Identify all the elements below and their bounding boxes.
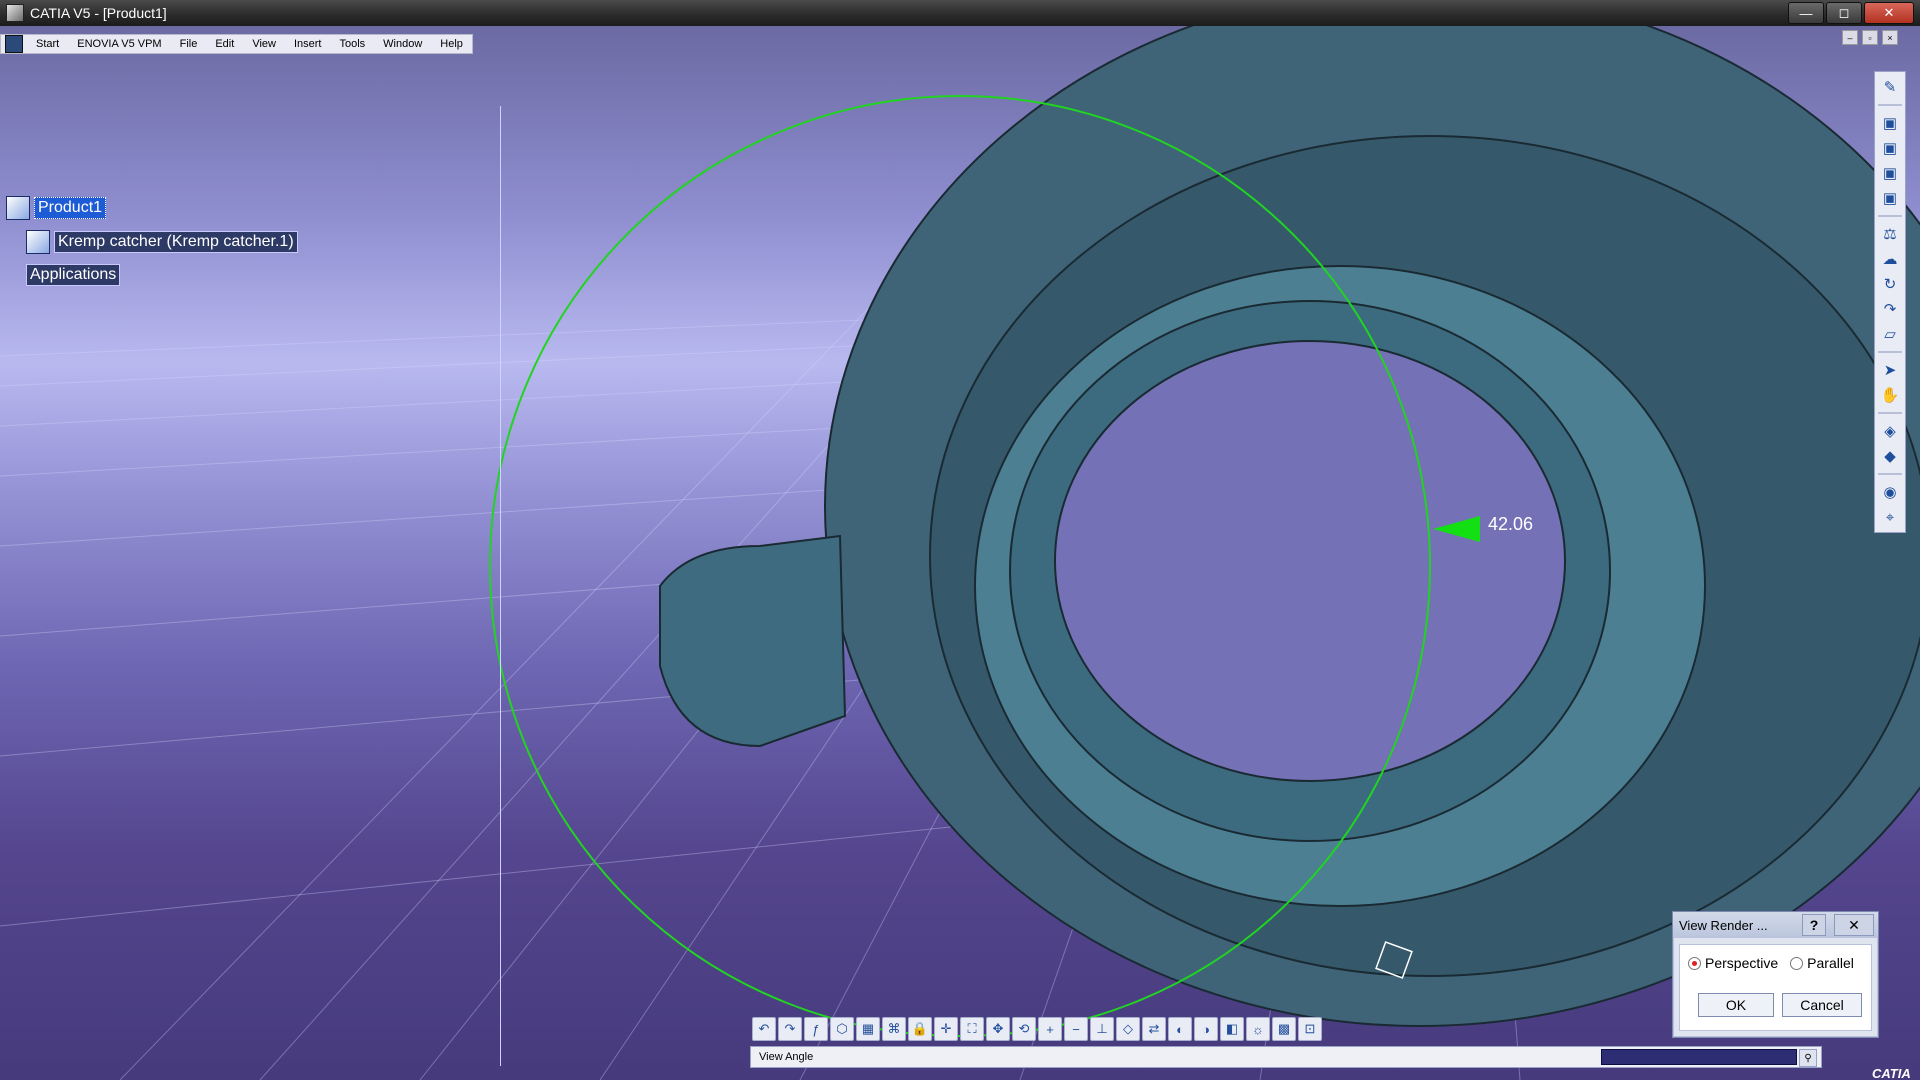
perspective-label[interactable]: Perspective xyxy=(1705,955,1778,971)
toolbar-separator xyxy=(1878,473,1902,475)
status-text: View Angle xyxy=(759,1051,814,1063)
window-controls: — ◻ ✕ xyxy=(1788,2,1914,24)
rotate-view-icon[interactable]: ⟲ xyxy=(1012,1017,1036,1041)
tree-child-row[interactable]: Kremp catcher (Kremp catcher.1) xyxy=(26,230,298,254)
menu-bar: Start ENOVIA V5 VPM File Edit View Inser… xyxy=(0,34,473,54)
tree-root-row[interactable]: Product1 xyxy=(6,196,107,220)
zoom-in-icon[interactable]: + xyxy=(1038,1017,1062,1041)
cancel-button[interactable]: Cancel xyxy=(1782,993,1862,1017)
projection-options: Perspective Parallel xyxy=(1688,955,1854,971)
tree-child-label[interactable]: Kremp catcher (Kremp catcher.1) xyxy=(54,231,298,253)
undo-icon[interactable]: ↶ xyxy=(752,1017,776,1041)
part-icon xyxy=(26,230,50,254)
view-3-icon[interactable]: ▣ xyxy=(1879,162,1901,184)
window-titlebar: CATIA V5 - [Product1] — ◻ ✕ xyxy=(0,0,1920,26)
show-icon[interactable]: ◑ xyxy=(1194,1017,1218,1041)
analysis-icon[interactable]: ◈ xyxy=(1879,420,1901,442)
3d-viewport[interactable]: Start ENOVIA V5 VPM File Edit View Inser… xyxy=(0,26,1920,1080)
hierarchy-icon[interactable]: ⌘ xyxy=(882,1017,906,1041)
dialog-title: View Render ... xyxy=(1679,917,1768,933)
swap-view-icon[interactable]: ⇄ xyxy=(1142,1017,1166,1041)
ok-button[interactable]: OK xyxy=(1698,993,1774,1017)
catia-menu-icon[interactable] xyxy=(5,35,23,53)
maximize-button[interactable]: ◻ xyxy=(1826,2,1862,24)
cloud-icon[interactable]: ☁ xyxy=(1879,248,1901,270)
document-window-controls: – ▫ × xyxy=(1842,30,1898,45)
compass-icon[interactable]: ✛ xyxy=(934,1017,958,1041)
render-mode-icon[interactable]: ◧ xyxy=(1220,1017,1244,1041)
hide-icon[interactable]: ◐ xyxy=(1168,1017,1192,1041)
pointer-icon[interactable]: ✋ xyxy=(1879,384,1901,406)
command-input[interactable] xyxy=(1601,1049,1797,1065)
eye-icon[interactable]: ◉ xyxy=(1879,481,1901,503)
product-icon xyxy=(6,196,30,220)
window-title: CATIA V5 - [Product1] xyxy=(30,5,167,21)
close-button[interactable]: ✕ xyxy=(1864,2,1914,24)
zoom-out-icon[interactable]: − xyxy=(1064,1017,1088,1041)
menu-start[interactable]: Start xyxy=(27,35,68,53)
command-search-button[interactable]: ⚲ xyxy=(1799,1049,1817,1067)
material-palette-icon[interactable]: ▩ xyxy=(1272,1017,1296,1041)
toolbar-separator xyxy=(1878,351,1902,353)
minimize-button[interactable]: — xyxy=(1788,2,1824,24)
catia-logo: CATIA xyxy=(1872,1066,1911,1080)
bottom-toolbar: ↶ ↷ ƒ ⬡ ▦ ⌘ 🔒 ✛ ⛶ ✥ ⟲ + − ⊥ ◇ ⇄ ◐ ◑ ◧ ☼ … xyxy=(752,1016,1322,1042)
lock-icon[interactable]: 🔒 xyxy=(908,1017,932,1041)
menu-help[interactable]: Help xyxy=(431,35,472,53)
toolbar-separator xyxy=(1878,215,1902,217)
arrow-icon[interactable]: ↷ xyxy=(1879,298,1901,320)
doc-close-button[interactable]: × xyxy=(1882,30,1898,45)
redo-icon[interactable]: ↷ xyxy=(778,1017,802,1041)
view-4-icon[interactable]: ▣ xyxy=(1879,187,1901,209)
select-icon[interactable]: ➤ xyxy=(1879,359,1901,381)
view-1-icon[interactable]: ▣ xyxy=(1879,112,1901,134)
view-2-icon[interactable]: ▣ xyxy=(1879,137,1901,159)
cube-icon[interactable]: ⬡ xyxy=(830,1017,854,1041)
table-icon[interactable]: ▦ xyxy=(856,1017,880,1041)
camera-icon[interactable]: ⊡ xyxy=(1298,1017,1322,1041)
iso-view-icon[interactable]: ◇ xyxy=(1116,1017,1140,1041)
perspective-radio[interactable] xyxy=(1688,956,1701,970)
rotate-icon[interactable]: ↻ xyxy=(1879,273,1901,295)
status-bar: View Angle ⚲ xyxy=(750,1046,1822,1068)
menu-insert[interactable]: Insert xyxy=(285,35,331,53)
parallel-radio[interactable] xyxy=(1790,956,1804,970)
toolbar-separator xyxy=(1878,104,1902,106)
render-icon[interactable]: ◆ xyxy=(1879,445,1901,467)
parallel-label[interactable]: Parallel xyxy=(1807,955,1854,971)
eraser-icon[interactable]: ▱ xyxy=(1879,323,1901,345)
right-toolbar: ✎ ▣ ▣ ▣ ▣ ⚖ ☁ ↻ ↷ ▱ ➤ ✋ ◈ ◆ ◉ ⌖ xyxy=(1874,71,1906,533)
light-icon[interactable]: ☼ xyxy=(1246,1017,1270,1041)
doc-minimize-button[interactable]: – xyxy=(1842,30,1858,45)
menu-edit[interactable]: Edit xyxy=(206,35,243,53)
tree-applications-label[interactable]: Applications xyxy=(26,264,121,286)
fit-all-icon[interactable]: ⛶ xyxy=(960,1017,984,1041)
dialog-help-button[interactable]: ? xyxy=(1802,914,1826,936)
menu-window[interactable]: Window xyxy=(374,35,431,53)
radio-selected-dot xyxy=(1692,960,1697,966)
catia-app-icon[interactable] xyxy=(6,4,24,22)
view-render-dialog: View Render ... ? ✕ Perspective Parallel… xyxy=(1672,911,1879,1038)
menu-enovia[interactable]: ENOVIA V5 VPM xyxy=(68,35,170,53)
sketch-icon[interactable]: ✎ xyxy=(1879,76,1901,98)
pan-icon[interactable]: ✥ xyxy=(986,1017,1010,1041)
menu-tools[interactable]: Tools xyxy=(330,35,374,53)
dimension-value: 42.06 xyxy=(1488,514,1534,534)
measure-icon[interactable]: ⚖ xyxy=(1879,223,1901,245)
dialog-close-button[interactable]: ✕ xyxy=(1834,914,1874,936)
dialog-body: Perspective Parallel OK Cancel xyxy=(1679,944,1872,1031)
doc-restore-button[interactable]: ▫ xyxy=(1862,30,1878,45)
toolbar-separator xyxy=(1878,412,1902,414)
tree-root-label[interactable]: Product1 xyxy=(34,197,107,219)
menu-view[interactable]: View xyxy=(243,35,285,53)
menu-file[interactable]: File xyxy=(171,35,207,53)
formula-icon[interactable]: ƒ xyxy=(804,1017,828,1041)
snap-icon[interactable]: ⌖ xyxy=(1879,506,1901,528)
normal-view-icon[interactable]: ⊥ xyxy=(1090,1017,1114,1041)
tree-applications-row[interactable]: Applications xyxy=(26,264,121,286)
